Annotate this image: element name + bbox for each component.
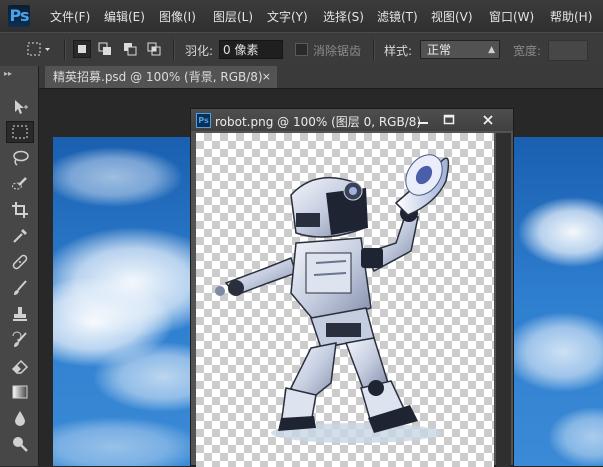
style-select[interactable]: 正常 ▲ — [420, 40, 500, 59]
menu-image[interactable]: 图像(I) — [159, 8, 196, 25]
menu-edit[interactable]: 编辑(E) — [104, 8, 145, 25]
add-to-selection-button[interactable] — [96, 40, 114, 58]
menu-bar: Ps 文件(F) 编辑(E) 图像(I) 图层(L) 文字(Y) 选择(S) 滤… — [0, 0, 603, 32]
tool-preset-picker[interactable] — [26, 40, 50, 58]
healing-brush-tool-icon[interactable] — [6, 251, 34, 273]
gradient-tool-icon[interactable] — [6, 381, 34, 403]
panel-grip-icon[interactable]: ▸▸ — [4, 69, 12, 78]
robot-document-window[interactable]: Ps robot.png @ 100% (图层 0, RGB/8) — [190, 108, 514, 467]
width-input[interactable] — [548, 40, 588, 61]
separator — [64, 39, 66, 61]
quick-selection-tool-icon[interactable] — [6, 173, 34, 195]
menu-select[interactable]: 选择(S) — [323, 8, 364, 25]
menu-filter[interactable]: 滤镜(T) — [377, 8, 418, 25]
vertical-scrollbar[interactable] — [496, 133, 511, 467]
antialias-checkbox[interactable] — [295, 43, 308, 56]
intersect-selection-button[interactable] — [145, 40, 163, 58]
document-tab[interactable]: 精英招募.psd @ 100% (背景, RGB/8) × — [45, 66, 277, 88]
antialias-label: 消除锯齿 — [313, 44, 362, 58]
options-bar: 羽化: 0 像素 消除锯齿 样式: 正常 ▲ 宽度: — [0, 32, 603, 68]
document-tabs: 精英招募.psd @ 100% (背景, RGB/8) × — [39, 66, 603, 89]
lasso-tool-icon[interactable] — [6, 147, 34, 169]
separator — [173, 39, 175, 61]
style-value: 正常 — [427, 43, 452, 57]
menu-layer[interactable]: 图层(L) — [213, 8, 253, 25]
photoshop-file-icon: Ps — [196, 113, 211, 128]
up-down-arrow-icon: ▲ — [488, 45, 495, 55]
tools-panel: ▸▸ — [0, 66, 39, 466]
feather-label: 羽化: — [185, 44, 214, 58]
marquee-tool-icon[interactable] — [6, 121, 34, 143]
new-selection-button[interactable] — [73, 40, 91, 58]
width-label: 宽度: — [513, 44, 542, 58]
menu-type[interactable]: 文字(Y) — [267, 8, 308, 25]
maximize-button[interactable] — [437, 111, 461, 129]
close-button[interactable] — [471, 111, 505, 129]
dodge-tool-icon[interactable] — [6, 433, 34, 455]
brush-tool-icon[interactable] — [6, 277, 34, 299]
eyedropper-tool-icon[interactable] — [6, 225, 34, 247]
menu-help[interactable]: 帮助(H) — [550, 8, 592, 25]
robot-window-titlebar[interactable]: Ps robot.png @ 100% (图层 0, RGB/8) — [191, 109, 513, 131]
menu-view[interactable]: 视图(V) — [431, 8, 473, 25]
minimize-button[interactable] — [411, 111, 435, 129]
menu-file[interactable]: 文件(F) — [50, 8, 90, 25]
move-tool-icon[interactable] — [6, 96, 34, 118]
feather-input[interactable]: 0 像素 — [219, 40, 283, 59]
crop-tool-icon[interactable] — [6, 199, 34, 221]
separator — [373, 39, 375, 61]
clone-stamp-tool-icon[interactable] — [6, 303, 34, 325]
style-label: 样式: — [384, 44, 413, 58]
eraser-tool-icon[interactable] — [6, 355, 34, 377]
close-tab-icon[interactable]: × — [262, 66, 271, 88]
history-brush-tool-icon[interactable] — [6, 329, 34, 351]
blur-tool-icon[interactable] — [6, 407, 34, 429]
menu-window[interactable]: 窗口(W) — [489, 8, 534, 25]
robot-canvas[interactable] — [196, 133, 494, 467]
photoshop-logo: Ps — [8, 5, 30, 27]
robot-window-title: robot.png @ 100% (图层 0, RGB/8) — [215, 115, 422, 129]
robot-image — [215, 154, 450, 443]
subtract-from-selection-button[interactable] — [121, 40, 139, 58]
document-tab-title: 精英招募.psd @ 100% (背景, RGB/8) — [53, 70, 263, 84]
